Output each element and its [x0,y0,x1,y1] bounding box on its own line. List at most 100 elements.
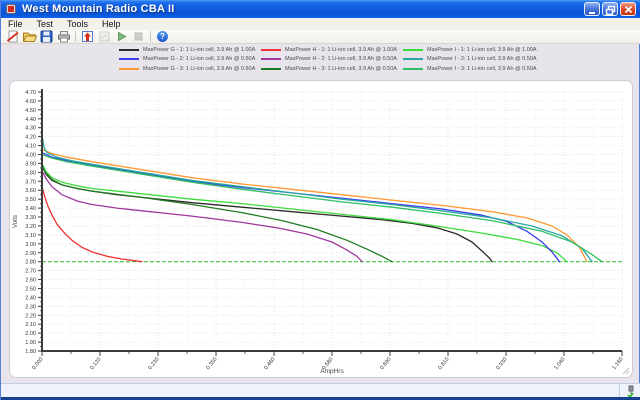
svg-text:0.230: 0.230 [147,357,160,372]
preview-button[interactable] [96,30,113,43]
legend-item: MaxPower I - 1: 1 Li-ion cell, 3.9 Ah @ … [403,45,543,55]
restore-button[interactable] [602,2,618,16]
play-icon [118,31,127,42]
legend-label: MaxPower H - 2: 1 Li-ion cell, 3.9 Ah @ … [285,56,397,63]
legend-swatch [403,48,423,51]
minimize-button[interactable] [584,2,600,16]
svg-text:2.50: 2.50 [25,286,36,292]
save-button[interactable] [38,30,55,43]
svg-text:4.20: 4.20 [25,135,36,141]
help-icon: ? [157,31,168,42]
svg-text:3.60: 3.60 [25,188,36,194]
legend-item: MaxPower I - 2: 1 Li-ion cell, 3.9 Ah @ … [403,55,543,65]
svg-text:1.040: 1.040 [553,357,566,372]
start-test-button[interactable] [113,30,130,43]
legend-label: MaxPower I - 1: 1 Li-ion cell, 3.9 Ah @ … [427,46,537,53]
menu-help[interactable]: Help [95,18,128,30]
svg-text:2.30: 2.30 [25,304,36,310]
upload-icon [82,31,93,42]
svg-text:1.80: 1.80 [25,349,36,355]
legend-item: MaxPower G - 3: 1 Li-ion cell, 3.9 Ah @ … [119,64,259,74]
svg-text:3.00: 3.00 [25,242,36,248]
toolbar: ? [1,30,640,44]
legend-label: MaxPower G - 1: 1 Li-ion cell, 3.9 Ah @ … [143,46,256,53]
app-window: West Mountain Radio CBA II File Test Too… [0,0,640,400]
svg-text:0.460: 0.460 [263,357,276,372]
svg-text:3.20: 3.20 [25,224,36,230]
status-bar [1,383,640,397]
svg-text:Volts: Volts [13,215,19,228]
svg-text:1.90: 1.90 [25,340,36,346]
svg-text:2.80: 2.80 [25,260,36,266]
svg-text:3.10: 3.10 [25,233,36,239]
svg-text:0.810: 0.810 [437,357,450,372]
svg-text:2.20: 2.20 [25,313,36,319]
legend-swatch [119,67,139,70]
open-button[interactable] [21,30,38,43]
minimize-icon [589,12,595,14]
help-button[interactable]: ? [154,30,171,43]
svg-text:4.30: 4.30 [25,126,36,132]
legend-label: MaxPower I - 2: 1 Li-ion cell, 3.9 Ah @ … [427,56,537,63]
legend-swatch [261,58,281,61]
svg-text:2.90: 2.90 [25,251,36,257]
svg-text:0.000: 0.000 [31,357,44,372]
svg-text:4.00: 4.00 [25,153,36,159]
panel-resize-grip [622,367,630,375]
close-icon [624,5,633,14]
svg-text:4.70: 4.70 [25,90,36,96]
svg-text:0.930: 0.930 [495,357,508,372]
legend-item: MaxPower G - 1: 1 Li-ion cell, 3.9 Ah @ … [119,45,259,55]
legend-item: MaxPower G - 2: 1 Li-ion cell, 3.9 Ah @ … [119,55,259,65]
new-test-icon [6,30,19,43]
restore-icon [605,5,616,16]
legend-item: MaxPower H - 3: 1 Li-ion cell, 3.9 Ah @ … [261,64,401,74]
toolbar-separator [75,31,76,42]
svg-text:2.40: 2.40 [25,295,36,301]
print-button[interactable] [55,30,72,43]
legend-label: MaxPower G - 3: 1 Li-ion cell, 3.9 Ah @ … [143,65,256,72]
svg-text:2.00: 2.00 [25,331,36,337]
legend-swatch [119,58,139,61]
title-bar[interactable]: West Mountain Radio CBA II [1,0,640,18]
menu-bar: File Test Tools Help [1,18,640,30]
print-icon [57,31,70,43]
svg-text:3.40: 3.40 [25,206,36,212]
svg-text:0.690: 0.690 [379,357,392,372]
legend-swatch [261,67,281,70]
app-icon [6,3,18,15]
window-title: West Mountain Radio CBA II [22,3,175,15]
svg-text:3.30: 3.30 [25,215,36,221]
svg-text:0.120: 0.120 [89,357,102,372]
menu-tools[interactable]: Tools [60,18,95,30]
svg-text:AmpHrs: AmpHrs [320,368,344,375]
svg-text:3.80: 3.80 [25,170,36,176]
legend-item: MaxPower H - 2: 1 Li-ion cell, 3.9 Ah @ … [261,55,401,65]
stop-test-button[interactable] [130,30,147,43]
svg-text:4.40: 4.40 [25,117,36,123]
legend-swatch [403,58,423,61]
device-status-cell [619,384,640,397]
svg-text:3.70: 3.70 [25,179,36,185]
svg-text:4.10: 4.10 [25,144,36,150]
close-button[interactable] [620,2,636,16]
open-folder-icon [22,32,37,42]
legend-swatch [261,48,281,51]
upload-button[interactable] [79,30,96,43]
svg-text:0.350: 0.350 [205,357,218,372]
svg-text:2.10: 2.10 [25,322,36,328]
toolbar-separator [150,31,151,42]
legend-swatch [403,67,423,70]
new-test-button[interactable] [4,30,21,43]
menu-file[interactable]: File [1,18,30,30]
svg-text:4.60: 4.60 [25,99,36,105]
chart-panel: 4.70 4.60 4.50 4.40 4.30 4.20 4.10 4.00 3.90 3.80… [9,80,633,378]
discharge-chart[interactable]: 4.70 4.60 4.50 4.40 4.30 4.20 4.10 4.00 3.90 3.80… [10,81,634,379]
legend-label: MaxPower H - 1: 1 Li-ion cell, 3.9 Ah @ … [285,46,397,53]
legend-label: MaxPower G - 2: 1 Li-ion cell, 3.9 Ah @ … [143,56,256,63]
svg-text:3.50: 3.50 [25,197,36,203]
menu-test[interactable]: Test [30,18,61,30]
legend-label: MaxPower I - 3: 1 Li-ion cell, 3.9 Ah @ … [427,65,537,72]
chart-legend: MaxPower G - 1: 1 Li-ion cell, 3.9 Ah @ … [119,45,543,74]
legend-label: MaxPower H - 3: 1 Li-ion cell, 3.9 Ah @ … [285,65,397,72]
